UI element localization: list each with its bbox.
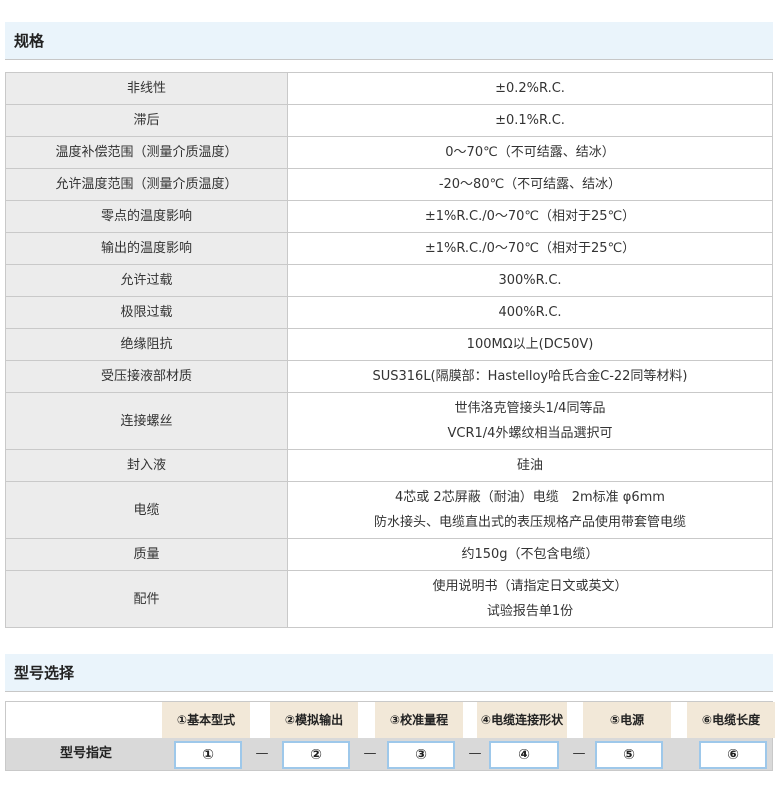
model-column-head: ⑤电源	[583, 702, 671, 738]
model-header-row: ①基本型式 ②模拟输出 ③校准量程 ④电缆连接形状 ⑤电源 ⑥电缆长度	[6, 702, 775, 738]
spec-value: 约150g（不包含电缆）	[287, 538, 773, 571]
spec-table: 非线性 ±0.2%R.C. 滞后 ±0.1%R.C. 温度补偿范围（测量介质温度） 0～7…	[5, 72, 773, 628]
spec-label: 连接螺丝	[5, 392, 288, 450]
model-code-box[interactable]: ①	[174, 741, 242, 769]
spec-label: 封入液	[5, 449, 288, 482]
spec-row: 连接螺丝 世伟洛克管接头1/4同等品 VCR1/4外螺纹相当品選択可	[5, 392, 773, 450]
spec-row: 电缆 4芯或 2芯屏蔽（耐油）电缆 2m标准 φ6mm 防水接头、电缆直出式的表压规…	[5, 481, 773, 539]
spec-label: 极限过载	[5, 296, 288, 329]
spec-label: 零点的温度影响	[5, 200, 288, 233]
spec-row: 零点的温度影响 ±1%R.C./0～70℃（相对于25℃）	[5, 200, 773, 233]
spec-row: 封入液 硅油	[5, 449, 773, 482]
spec-value-line: 0～70℃（不可结露、结冰）	[445, 145, 615, 160]
model-column-head: ⑥电缆长度	[687, 702, 775, 738]
model-dash-separator: —	[572, 746, 586, 761]
spec-label: 非线性	[5, 72, 288, 105]
spec-row: 输出的温度影响 ±1%R.C./0～70℃（相对于25℃）	[5, 232, 773, 265]
spec-row: 绝缘阻抗 100MΩ以上(DC50V)	[5, 328, 773, 361]
spec-row: 温度补偿范围（测量介质温度） 0～70℃（不可结露、结冰）	[5, 136, 773, 169]
spec-value: ±1%R.C./0～70℃（相对于25℃）	[287, 232, 773, 265]
spec-value-line: ±0.1%R.C.	[495, 113, 565, 128]
spec-value-line: SUS316L(隔膜部：Hastelloy哈氏合金C-22同等材料)	[372, 369, 688, 384]
model-dash-separator: —	[363, 746, 377, 761]
spec-value: -20～80℃（不可结露、结冰）	[287, 168, 773, 201]
spec-label: 质量	[5, 538, 288, 571]
spec-value: 300%R.C.	[287, 264, 773, 297]
spec-value: 4芯或 2芯屏蔽（耐油）电缆 2m标准 φ6mm 防水接头、电缆直出式的表压规格产…	[287, 481, 773, 539]
spec-value-line: 100MΩ以上(DC50V)	[466, 337, 594, 352]
model-code-box[interactable]: ③	[387, 741, 455, 769]
spec-value: ±0.1%R.C.	[287, 104, 773, 137]
spec-value: 100MΩ以上(DC50V)	[287, 328, 773, 361]
spec-value-line: 300%R.C.	[498, 273, 562, 288]
model-section-title: 型号选择	[5, 654, 773, 692]
spec-value-line: 硅油	[516, 458, 543, 473]
spec-value: 0～70℃（不可结露、结冰）	[287, 136, 773, 169]
model-column-head: ④电缆连接形状	[477, 702, 567, 738]
model-code-box[interactable]: ⑤	[595, 741, 663, 769]
spec-value-line: 4芯或 2芯屏蔽（耐油）电缆 2m标准 φ6mm	[395, 490, 665, 505]
model-code-box[interactable]: ②	[282, 741, 350, 769]
spec-value: SUS316L(隔膜部：Hastelloy哈氏合金C-22同等材料)	[287, 360, 773, 393]
model-row-title: 型号指定	[6, 738, 166, 770]
spec-label: 电缆	[5, 481, 288, 539]
spec-value: ±0.2%R.C.	[287, 72, 773, 105]
model-dash-separator: —	[468, 746, 482, 761]
model-column-head: ①基本型式	[162, 702, 250, 738]
spec-value-line: ±1%R.C./0～70℃（相对于25℃）	[424, 241, 636, 256]
spec-row: 质量 约150g（不包含电缆）	[5, 538, 773, 571]
spec-value: 使用说明书（请指定日文或英文） 试验报告单1份	[287, 570, 773, 628]
spec-value: ±1%R.C./0～70℃（相对于25℃）	[287, 200, 773, 233]
model-selection-table: ①基本型式 ②模拟输出 ③校准量程 ④电缆连接形状 ⑤电源 ⑥电缆长度 型号指定 ① — ② —…	[5, 701, 775, 771]
spec-label: 允许过载	[5, 264, 288, 297]
spec-row: 滞后 ±0.1%R.C.	[5, 104, 773, 137]
spec-value-line: 400%R.C.	[498, 305, 562, 320]
model-code-box[interactable]: ④	[489, 741, 559, 769]
model-dash-separator: —	[255, 746, 269, 761]
spec-value: 400%R.C.	[287, 296, 773, 329]
spec-row: 允许温度范围（测量介质温度） -20～80℃（不可结露、结冰）	[5, 168, 773, 201]
spec-label: 允许温度范围（测量介质温度）	[5, 168, 288, 201]
spec-value-line: -20～80℃（不可结露、结冰）	[438, 177, 622, 192]
spec-value-line: ±0.2%R.C.	[495, 81, 565, 96]
spec-row: 配件 使用说明书（请指定日文或英文） 试验报告单1份	[5, 570, 773, 628]
spec-value-line: 防水接头、电缆直出式的表压规格产品使用带套管电缆	[373, 515, 686, 530]
spec-label: 绝缘阻抗	[5, 328, 288, 361]
spec-row: 非线性 ±0.2%R.C.	[5, 72, 773, 105]
spec-label: 输出的温度影响	[5, 232, 288, 265]
spec-value-line: 使用说明书（请指定日文或英文）	[432, 579, 628, 594]
spec-label: 滞后	[5, 104, 288, 137]
model-column-head: ②模拟输出	[270, 702, 358, 738]
spec-value: 世伟洛克管接头1/4同等品 VCR1/4外螺纹相当品選択可	[287, 392, 773, 450]
spec-row: 极限过载 400%R.C.	[5, 296, 773, 329]
spec-section-title: 规格	[5, 22, 773, 60]
spec-label: 配件	[5, 570, 288, 628]
spec-value-line: 试验报告单1份	[486, 604, 574, 619]
spec-row: 允许过载 300%R.C.	[5, 264, 773, 297]
spec-row: 受压接液部材质 SUS316L(隔膜部：Hastelloy哈氏合金C-22同等材料…	[5, 360, 773, 393]
spec-label: 温度补偿范围（测量介质温度）	[5, 136, 288, 169]
spec-value-line: 世伟洛克管接头1/4同等品	[454, 401, 606, 416]
spec-value-line: VCR1/4外螺纹相当品選択可	[447, 426, 613, 441]
model-code-row: 型号指定 ① — ② — ③ — ④ — ⑤ ⑥	[6, 738, 772, 770]
model-column-head: ③校准量程	[375, 702, 463, 738]
model-code-box[interactable]: ⑥	[699, 741, 767, 769]
spec-value-line: ±1%R.C./0～70℃（相对于25℃）	[424, 209, 636, 224]
spec-value: 硅油	[287, 449, 773, 482]
spec-value-line: 约150g（不包含电缆）	[461, 547, 599, 562]
spec-label: 受压接液部材质	[5, 360, 288, 393]
